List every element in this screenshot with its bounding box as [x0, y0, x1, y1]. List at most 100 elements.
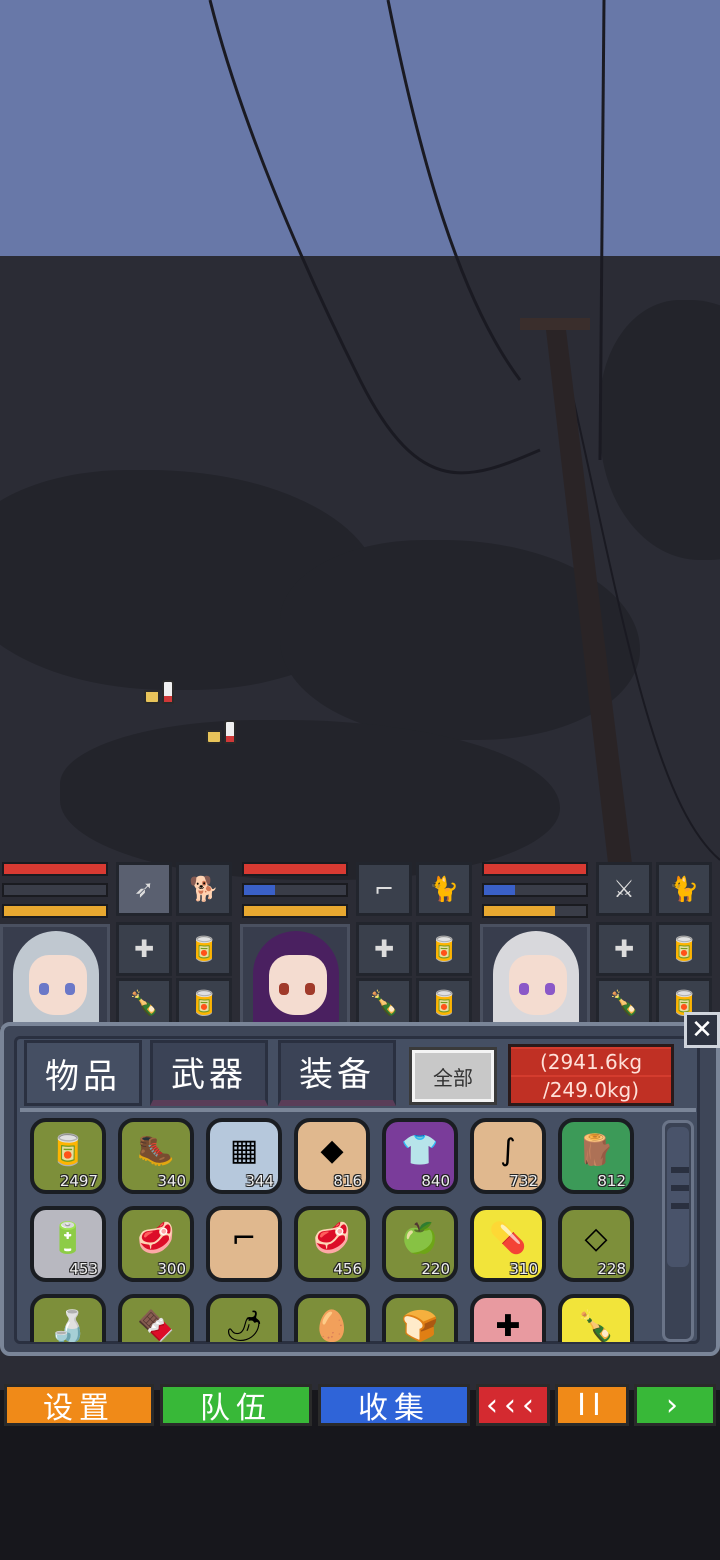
wood-log-icon: 🪵: [577, 1132, 615, 1168]
settings-button[interactable]: 设置: [4, 1384, 154, 1426]
item-count: 300: [157, 1260, 186, 1278]
item-count: 228: [597, 1260, 626, 1278]
food-cup-icon: [206, 730, 222, 744]
item-count: 453: [69, 1260, 98, 1278]
item-count: 2497: [59, 1172, 98, 1190]
bow-icon[interactable]: ➶: [116, 862, 172, 916]
medkit-icon[interactable]: ✚: [356, 922, 412, 976]
food-ration-icon[interactable]: 🥫: [656, 922, 712, 976]
hp-bar: [2, 862, 108, 876]
rewind-button[interactable]: ‹‹‹: [476, 1384, 550, 1426]
status-bars: [240, 858, 350, 925]
status-bars: [480, 858, 590, 925]
portrait-silver-hair-girl[interactable]: [0, 924, 110, 1028]
food-ration-icon[interactable]: 🥫: [176, 922, 232, 976]
inventory-slot[interactable]: 🍶: [30, 1294, 106, 1342]
item-count: 220: [421, 1260, 450, 1278]
item-count: 344: [245, 1172, 274, 1190]
item-count: 816: [333, 1172, 362, 1190]
party-member-1[interactable]: ➶ 🐕 ✚ 🥫 🍾 🥫: [0, 858, 240, 1030]
stamina-bar: [482, 904, 588, 918]
bottle-icon[interactable]: 🍾: [116, 978, 172, 1028]
bottle-icon[interactable]: 🍾: [356, 978, 412, 1028]
inventory-slot[interactable]: 🥚: [294, 1294, 370, 1342]
inventory-slot[interactable]: 🍾: [558, 1294, 634, 1342]
inventory-slot[interactable]: ✚: [470, 1294, 546, 1342]
dropped-supplies[interactable]: [206, 720, 236, 744]
blade-icon[interactable]: ⚔: [596, 862, 652, 916]
battery-icon: 🔋: [49, 1220, 87, 1256]
dog-icon[interactable]: 🐕: [176, 862, 232, 916]
inventory-slot[interactable]: 🪵 812: [558, 1118, 634, 1194]
shirt-icon: 👕: [401, 1132, 439, 1168]
collection-button[interactable]: 收集: [318, 1384, 470, 1426]
item-count: 340: [157, 1172, 186, 1190]
dropped-supplies[interactable]: [144, 680, 174, 704]
pause-button[interactable]: II: [555, 1384, 629, 1426]
food-cup-icon: [144, 690, 160, 704]
scroll-thumb[interactable]: [667, 1127, 689, 1267]
bottle-icon[interactable]: 🍾: [596, 978, 652, 1028]
party-member-2[interactable]: ⌐ 🐈 ✚ 🥫 🍾 🥫: [240, 858, 480, 1030]
inventory-slot[interactable]: 🌶: [206, 1294, 282, 1342]
inventory-slot[interactable]: ▦ 344: [206, 1118, 282, 1194]
canned-food-icon[interactable]: 🥫: [176, 978, 232, 1028]
boots-icon: 🥾: [137, 1132, 175, 1168]
portrait-purple-hair-girl[interactable]: [240, 924, 350, 1028]
tab-weapons[interactable]: 武器: [150, 1040, 268, 1106]
first-aid-icon: ✚: [495, 1308, 521, 1343]
inventory-slot[interactable]: 🍞: [382, 1294, 458, 1342]
filter-all-button[interactable]: 全部: [409, 1047, 497, 1105]
item-count: 456: [333, 1260, 362, 1278]
canned-food-icon[interactable]: 🥫: [416, 978, 472, 1028]
close-button[interactable]: ✕: [684, 1012, 720, 1048]
bottle-icon: [224, 720, 236, 744]
inventory-slot[interactable]: 🍫: [118, 1294, 194, 1342]
inventory-slot[interactable]: 🥫 2497: [30, 1118, 106, 1194]
weight-max: /249.0kg): [511, 1077, 671, 1103]
inventory-slot[interactable]: ∫ 732: [470, 1118, 546, 1194]
item-count: 812: [597, 1172, 626, 1190]
chocolate-icon: 🍫: [137, 1308, 175, 1343]
inventory-slot[interactable]: 🔋 453: [30, 1206, 106, 1282]
stamina-bar: [242, 904, 348, 918]
weight-indicator: (2941.6kg /249.0kg): [508, 1044, 674, 1106]
portrait-white-hair-boy[interactable]: [480, 924, 590, 1028]
gun-icon[interactable]: ⌐: [356, 862, 412, 916]
circuit-board-icon: ▦: [229, 1132, 259, 1168]
tab-items[interactable]: 物品: [24, 1040, 142, 1106]
bread-icon: 🍞: [401, 1308, 439, 1343]
chili-pepper-icon: 🌶: [224, 1308, 264, 1343]
stone-icon: ◆: [320, 1132, 344, 1168]
scrollbar[interactable]: [662, 1120, 694, 1342]
steak-icon: 🥩: [313, 1220, 351, 1256]
cloth-icon: ◇: [584, 1220, 608, 1256]
inventory-slot[interactable]: ◆ 816: [294, 1118, 370, 1194]
liquor-bottle-icon: 🍾: [577, 1308, 615, 1343]
medkit-icon[interactable]: ✚: [116, 922, 172, 976]
medkit-icon[interactable]: ✚: [596, 922, 652, 976]
play-button[interactable]: ›: [634, 1384, 716, 1426]
inventory-slot[interactable]: 🥩 456: [294, 1206, 370, 1282]
mp-bar: [2, 883, 108, 897]
inventory-slot[interactable]: 🥩 300: [118, 1206, 194, 1282]
divider: [20, 1108, 696, 1112]
food-ration-icon[interactable]: 🥫: [416, 922, 472, 976]
cat-icon[interactable]: 🐈: [656, 862, 712, 916]
party-member-3[interactable]: ⚔ 🐈 ✚ 🥫 🍾 🥫: [480, 858, 720, 1030]
inventory-slot[interactable]: 🥾 340: [118, 1118, 194, 1194]
tab-equipment[interactable]: 装备: [278, 1040, 396, 1106]
item-count: 732: [509, 1172, 538, 1190]
hp-bar: [482, 862, 588, 876]
inventory-slot[interactable]: 💊 310: [470, 1206, 546, 1282]
medicine-icon: 💊: [489, 1220, 527, 1256]
inventory-slot[interactable]: 👕 840: [382, 1118, 458, 1194]
inventory-slot[interactable]: ◇ 228: [558, 1206, 634, 1282]
item-count: 310: [509, 1260, 538, 1278]
inventory-slot[interactable]: ⌐: [206, 1206, 282, 1282]
inventory-slot[interactable]: 🍏 220: [382, 1206, 458, 1282]
team-button[interactable]: 队伍: [160, 1384, 312, 1426]
cat-icon[interactable]: 🐈: [416, 862, 472, 916]
weight-current: (2941.6kg: [511, 1049, 671, 1075]
status-bars: [0, 858, 110, 925]
